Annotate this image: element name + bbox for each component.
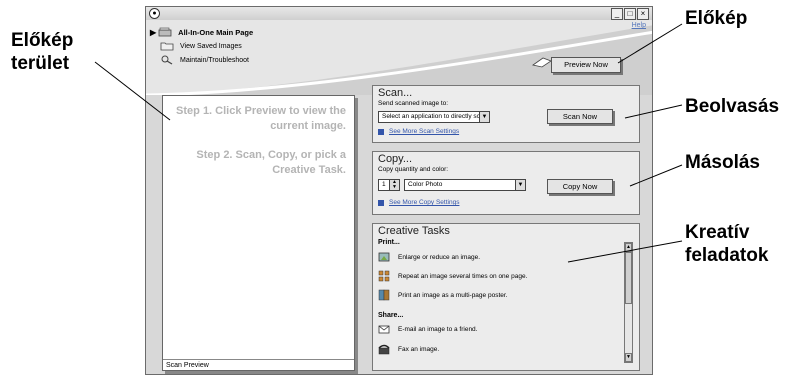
chevron-down-icon: ▼: [515, 180, 525, 190]
creative-title: Creative Tasks: [378, 225, 450, 237]
folder-icon: [160, 41, 174, 51]
step2-text: Step 2. Scan, Copy, or pick a Creative T…: [196, 149, 346, 176]
copy-section: Copy... Copy quantity and color: 1 ▲ ▼ Co…: [372, 151, 640, 215]
nav-item-saved-images[interactable]: View Saved Images: [150, 39, 253, 53]
scan-now-button[interactable]: Scan Now: [547, 109, 613, 124]
task-label: Print an image as a multi-page poster.: [398, 291, 508, 299]
repeat-image-icon: [378, 270, 390, 282]
app-window: ● _ □ × ▶ All-In-One Main Page View Save…: [145, 6, 653, 375]
scan-destination-value: Select an application to directly scan t…: [382, 113, 480, 120]
preview-hand-icon: [531, 55, 553, 74]
nav-item-label: Maintain/Troubleshoot: [180, 56, 250, 64]
share-heading: Share...: [378, 312, 404, 319]
copy-now-button[interactable]: Copy Now: [547, 179, 613, 194]
callout-copy: Másolás: [685, 152, 760, 173]
task-repeat[interactable]: Repeat an image several times on one pag…: [378, 270, 527, 282]
maximize-button[interactable]: □: [624, 8, 636, 20]
preview-area: Step 1. Click Preview to view the curren…: [162, 95, 355, 371]
title-bar[interactable]: ● _ □ ×: [146, 7, 652, 20]
resize-image-icon: [378, 251, 390, 263]
scan-settings-link[interactable]: See More Scan Settings: [389, 128, 459, 135]
app-icon: ●: [149, 8, 160, 19]
close-button[interactable]: ×: [637, 8, 649, 20]
callout-creative-line1: Kreatív: [685, 222, 750, 243]
task-label: E-mail an image to a friend.: [398, 325, 478, 333]
magnifier-tool-icon: [160, 55, 174, 65]
copy-settings-link[interactable]: See More Copy Settings: [389, 199, 459, 206]
preview-now-button[interactable]: Preview Now: [551, 57, 621, 73]
email-icon: [378, 323, 390, 335]
copy-color-value: Color Photo: [408, 181, 443, 188]
scan-destination-select[interactable]: Select an application to directly scan t…: [378, 111, 490, 123]
scan-title: Scan...: [378, 87, 413, 99]
copy-quantity-stepper[interactable]: 1 ▲ ▼: [378, 179, 400, 191]
scroll-down-icon[interactable]: ▼: [625, 353, 632, 362]
task-label: Enlarge or reduce an image.: [398, 253, 481, 261]
fax-icon: [378, 343, 390, 355]
expand-icon: [378, 129, 384, 135]
copy-color-select[interactable]: Color Photo ▼: [404, 179, 526, 191]
arrow-right-icon: ▶: [150, 27, 157, 37]
nav-menu: ▶ All-In-One Main Page View Saved Images…: [150, 25, 253, 67]
task-email[interactable]: E-mail an image to a friend.: [378, 323, 477, 335]
scan-subtitle: Send scanned image to:: [378, 100, 449, 107]
minimize-button[interactable]: _: [611, 8, 623, 20]
callout-preview-area-line1: Előkép: [11, 30, 74, 51]
callout-creative: Kreatív feladatok: [685, 222, 768, 268]
task-poster[interactable]: Print an image as a multi-page poster.: [378, 289, 507, 301]
step1-text: Step 1. Click Preview to view the curren…: [176, 105, 346, 132]
scroll-thumb[interactable]: [625, 252, 632, 304]
nav-item-label: View Saved Images: [180, 42, 242, 50]
poster-icon: [378, 289, 390, 301]
spinner-arrows-icon[interactable]: ▲ ▼: [389, 180, 399, 190]
callout-preview-area: Előkép terület: [11, 30, 131, 76]
help-link[interactable]: Help: [632, 22, 646, 29]
copy-subtitle: Copy quantity and color:: [378, 166, 449, 173]
callout-scan: Beolvasás: [685, 96, 780, 117]
expand-icon: [378, 200, 384, 206]
creative-scrollbar[interactable]: ▲ ▼: [624, 242, 633, 363]
copy-quantity-value: 1: [382, 181, 386, 188]
task-enlarge[interactable]: Enlarge or reduce an image.: [378, 251, 480, 263]
callout-preview: Előkép: [685, 8, 748, 29]
callout-creative-line2: feladatok: [685, 244, 769, 266]
task-label: Fax an image.: [398, 345, 440, 353]
scanner-icon: [158, 27, 172, 37]
chevron-down-icon: ▼: [479, 112, 489, 122]
creative-tasks-section: Creative Tasks Print... Enlarge or reduc…: [372, 223, 640, 371]
nav-item-maintain[interactable]: Maintain/Troubleshoot: [150, 53, 253, 67]
callout-preview-area-line2: terület: [11, 52, 70, 74]
scan-section: Scan... Send scanned image to: Select an…: [372, 85, 640, 143]
scroll-up-icon[interactable]: ▲: [625, 243, 632, 252]
task-label: Repeat an image several times on one pag…: [398, 272, 528, 280]
window-controls: _ □ ×: [611, 8, 649, 20]
print-heading: Print...: [378, 239, 400, 246]
copy-title: Copy...: [378, 153, 413, 165]
nav-item-main-page[interactable]: ▶ All-In-One Main Page: [150, 25, 253, 39]
task-fax[interactable]: Fax an image.: [378, 343, 439, 355]
preview-footer-label: Scan Preview: [163, 359, 354, 370]
nav-item-label: All-In-One Main Page: [178, 27, 254, 37]
